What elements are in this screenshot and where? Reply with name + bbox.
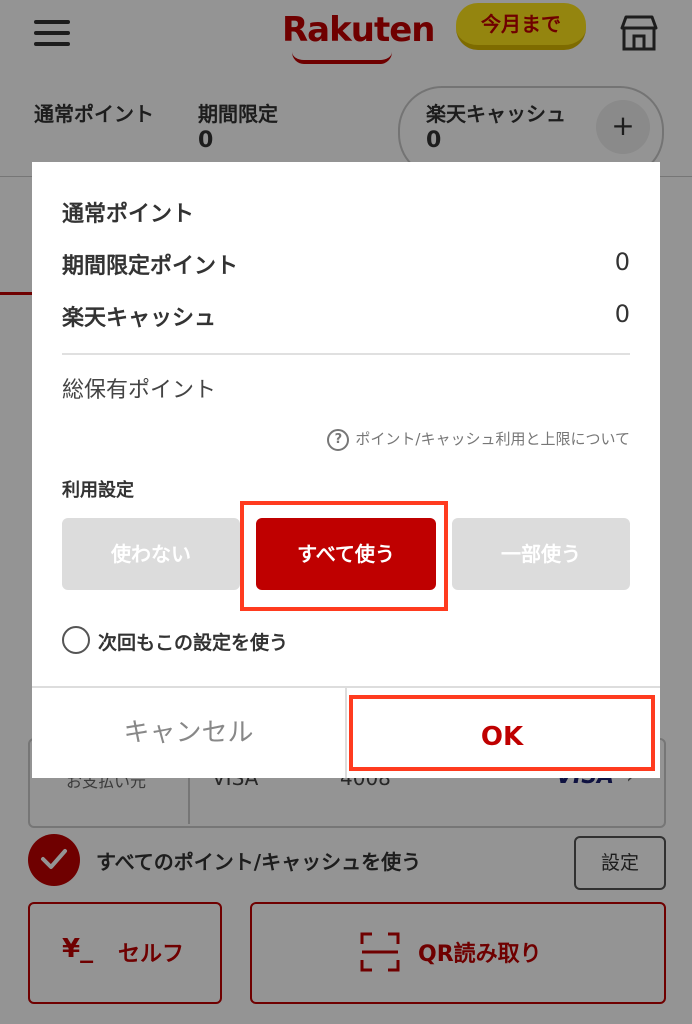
row-value: 0 bbox=[614, 300, 630, 328]
selection-highlight bbox=[240, 501, 448, 611]
ok-button[interactable]: OK bbox=[349, 695, 655, 771]
total-points-label: 総保有ポイント bbox=[62, 378, 217, 403]
dialog-row-regular: 通常ポイント bbox=[62, 196, 630, 228]
row-label: 期間限定ポイント bbox=[62, 254, 239, 279]
dialog-row-cash: 楽天キャッシュ 0 bbox=[62, 300, 630, 332]
points-usage-dialog: 通常ポイント 期間限定ポイント 0 楽天キャッシュ 0 総保有ポイント ? ポイン… bbox=[32, 162, 660, 778]
remember-setting-label: 次回もこの設定を使う bbox=[98, 632, 289, 654]
divider bbox=[345, 686, 347, 778]
row-label: 楽天キャッシュ bbox=[62, 306, 217, 331]
remember-setting-radio[interactable] bbox=[62, 626, 90, 654]
help-link[interactable]: ? ポイント/キャッシュ利用と上限について bbox=[327, 428, 630, 451]
cancel-button[interactable]: キャンセル bbox=[32, 688, 345, 778]
usage-setting-label: 利用設定 bbox=[62, 480, 134, 501]
question-icon: ? bbox=[327, 428, 350, 451]
row-value: 0 bbox=[614, 248, 630, 276]
dialog-row-limited: 期間限定ポイント 0 bbox=[62, 248, 630, 280]
help-link-text: ポイント/キャッシュ利用と上限について bbox=[355, 430, 630, 448]
option-use-partial-button[interactable]: 一部使う bbox=[452, 518, 630, 590]
option-dont-use-button[interactable]: 使わない bbox=[62, 518, 240, 590]
divider bbox=[62, 353, 630, 355]
row-label: 通常ポイント bbox=[62, 202, 195, 227]
